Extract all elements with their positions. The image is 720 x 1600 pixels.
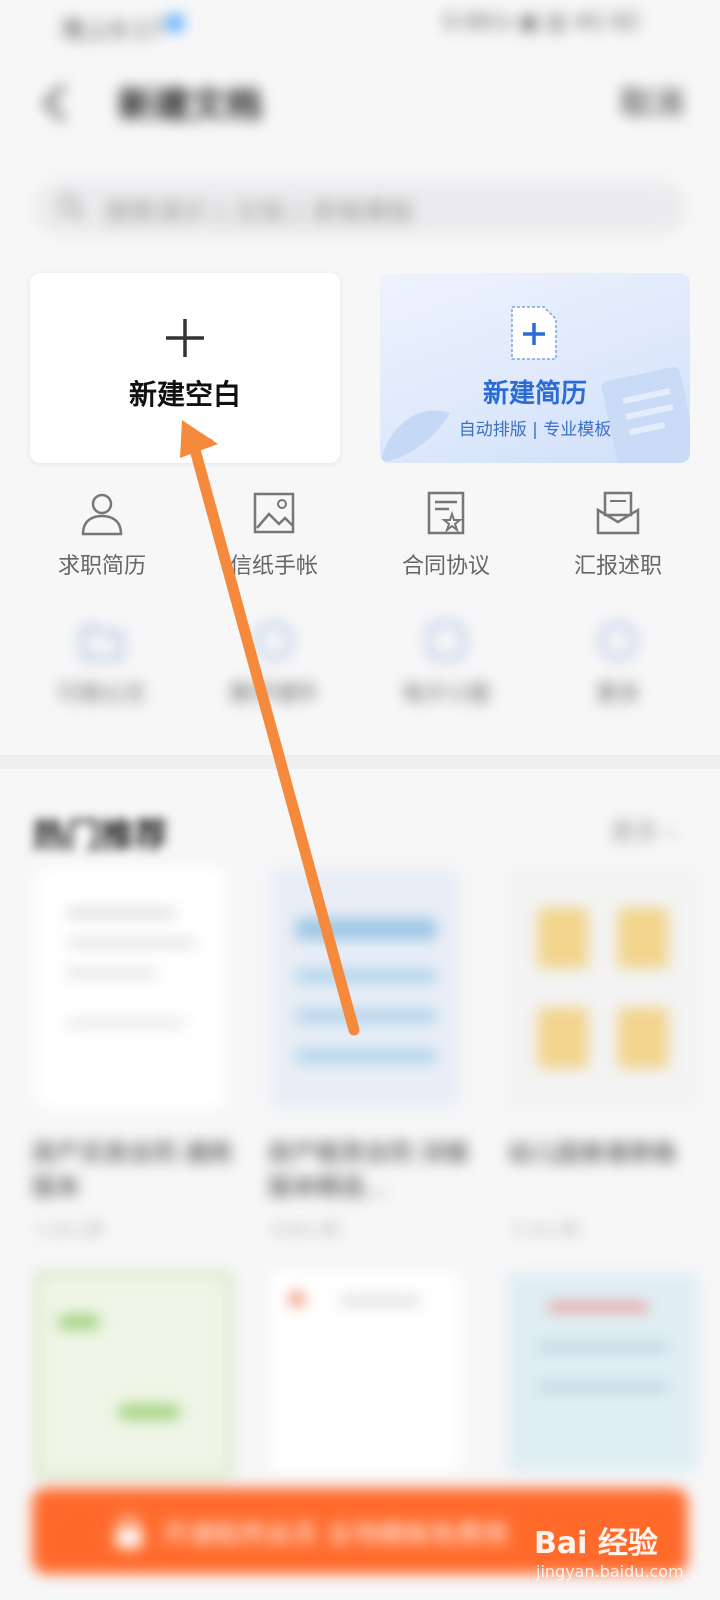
- new-resume-subtitle: 自动排版 | 专业模板: [458, 420, 612, 440]
- search-icon: [56, 192, 88, 224]
- header: 新建文档 取消: [0, 60, 720, 150]
- category-label: 求职简历: [57, 554, 146, 579]
- new-blank-label: 新建空白: [128, 378, 241, 411]
- back-arrow-icon[interactable]: [36, 80, 76, 126]
- template-meta: 3.1k人用: [512, 1220, 579, 1239]
- template-name: 房产租赁合同 详细版本精选...: [268, 1139, 468, 1201]
- category-more[interactable]: 更多: [528, 618, 708, 708]
- template-thumbnail[interactable]: [270, 1272, 460, 1472]
- status-bar: 晚上9:17 0.6K/s ▣ ▥ 4G 82: [0, 0, 720, 50]
- template-thumbnail[interactable]: [508, 1272, 698, 1472]
- image-icon: [253, 492, 295, 534]
- plus-icon: [164, 317, 206, 359]
- template-thumbnail[interactable]: [36, 1272, 232, 1478]
- envelope-icon: [596, 491, 640, 535]
- more-icon: [599, 622, 637, 660]
- category-label: 合同协议: [401, 554, 490, 579]
- watermark-brand: Bai 经验: [534, 1526, 658, 1561]
- person-icon: [81, 493, 123, 536]
- category-label: 行政公文: [57, 682, 146, 707]
- baidu-watermark: Bai 经验 jingyan.baidu.com: [534, 1518, 684, 1590]
- hot-section-title: 热门推荐: [32, 816, 168, 856]
- category-stationery[interactable]: 信纸手帐: [184, 490, 364, 580]
- category-report[interactable]: 汇报述职: [528, 490, 708, 580]
- status-time: 晚上9:17: [62, 16, 164, 44]
- section-divider: [0, 755, 720, 769]
- template-thumbnail[interactable]: [270, 868, 460, 1108]
- lock-icon: [112, 1512, 146, 1550]
- page-title: 新建文档: [118, 85, 263, 126]
- template-name: 房产买卖合同 通用版本: [32, 1139, 232, 1201]
- category-label: 电子小报: [401, 682, 490, 707]
- new-blank-card[interactable]: 新建空白: [30, 273, 340, 463]
- category-official-docs[interactable]: 行政公文: [12, 618, 192, 708]
- search-placeholder: 搜索演示 | 文档 | 表格模板: [104, 198, 415, 228]
- book-icon: [255, 622, 293, 660]
- category-job-resume[interactable]: 求职简历: [12, 490, 192, 580]
- folder-icon: [81, 626, 123, 660]
- search-bar[interactable]: 搜索演示 | 文档 | 表格模板: [34, 180, 686, 236]
- category-label: 信纸手帐: [229, 554, 318, 579]
- category-label: 汇报述职: [573, 554, 662, 579]
- template-meta: 8.6k人用: [272, 1220, 339, 1239]
- template-meta: 1.2k人用: [36, 1220, 103, 1239]
- hot-more-link[interactable]: 更多 ›: [611, 812, 676, 847]
- template-thumbnail[interactable]: [508, 868, 698, 1108]
- contract-star-icon: [427, 491, 465, 535]
- newspaper-icon: [427, 622, 465, 660]
- category-label: 更多: [595, 682, 640, 707]
- template-thumbnail[interactable]: [36, 868, 226, 1108]
- new-resume-card[interactable]: 新建简历 自动排版 | 专业模板: [380, 273, 690, 463]
- watermark-url: jingyan.baidu.com: [536, 1562, 684, 1581]
- status-indicators: 0.6K/s ▣ ▥ 4G 82: [443, 10, 640, 35]
- notification-dot-icon: [166, 14, 184, 32]
- cancel-button[interactable]: 取消: [620, 78, 684, 124]
- document-plus-icon: [510, 305, 558, 361]
- category-newsletter[interactable]: 电子小报: [356, 618, 536, 708]
- category-contract[interactable]: 合同协议: [356, 490, 536, 580]
- template-name: 幼儿园食谱表格: [508, 1139, 676, 1167]
- category-courseware[interactable]: 教学课件: [184, 618, 364, 708]
- category-label: 教学课件: [229, 682, 318, 707]
- vip-banner-text: 开通稻壳会员 全场模板免费用: [162, 1520, 509, 1550]
- new-resume-title: 新建简历: [482, 379, 587, 409]
